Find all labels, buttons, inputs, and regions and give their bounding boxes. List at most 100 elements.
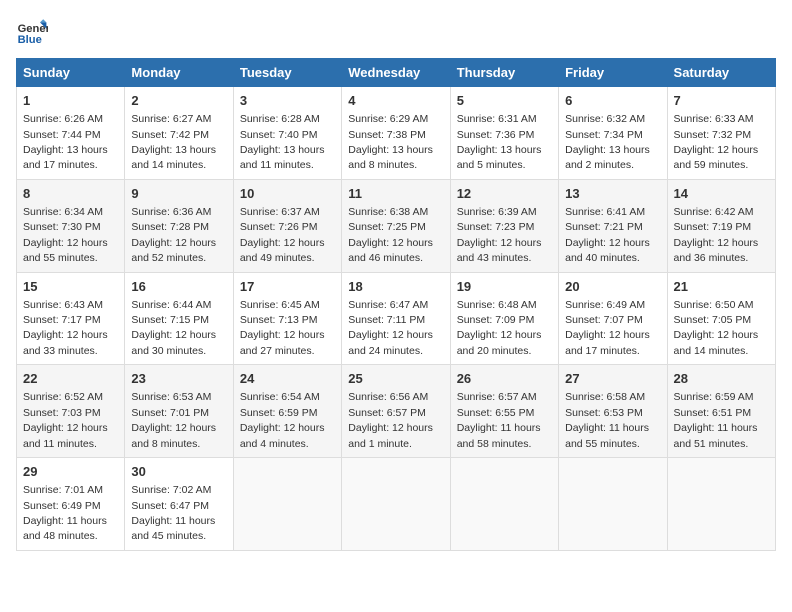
calendar-cell: 15 Sunrise: 6:43 AMSunset: 7:17 PMDaylig… xyxy=(17,272,125,365)
day-number: 6 xyxy=(565,92,660,110)
calendar-cell: 2 Sunrise: 6:27 AMSunset: 7:42 PMDayligh… xyxy=(125,87,233,180)
day-info: Sunrise: 6:32 AMSunset: 7:34 PMDaylight:… xyxy=(565,113,650,171)
calendar-table: SundayMondayTuesdayWednesdayThursdayFrid… xyxy=(16,58,776,551)
calendar-cell xyxy=(667,458,775,551)
calendar-cell: 9 Sunrise: 6:36 AMSunset: 7:28 PMDayligh… xyxy=(125,179,233,272)
week-row-3: 15 Sunrise: 6:43 AMSunset: 7:17 PMDaylig… xyxy=(17,272,776,365)
day-number: 22 xyxy=(23,370,118,388)
day-info: Sunrise: 6:29 AMSunset: 7:38 PMDaylight:… xyxy=(348,113,433,171)
day-info: Sunrise: 6:56 AMSunset: 6:57 PMDaylight:… xyxy=(348,391,433,449)
day-info: Sunrise: 6:38 AMSunset: 7:25 PMDaylight:… xyxy=(348,206,433,264)
logo-icon: General Blue xyxy=(16,16,48,48)
week-row-1: 1 Sunrise: 6:26 AMSunset: 7:44 PMDayligh… xyxy=(17,87,776,180)
day-number: 8 xyxy=(23,185,118,203)
column-header-wednesday: Wednesday xyxy=(342,59,450,87)
calendar-cell: 24 Sunrise: 6:54 AMSunset: 6:59 PMDaylig… xyxy=(233,365,341,458)
day-info: Sunrise: 6:59 AMSunset: 6:51 PMDaylight:… xyxy=(674,391,758,449)
day-number: 4 xyxy=(348,92,443,110)
day-number: 21 xyxy=(674,278,769,296)
day-number: 11 xyxy=(348,185,443,203)
calendar-cell xyxy=(233,458,341,551)
column-header-sunday: Sunday xyxy=(17,59,125,87)
day-number: 17 xyxy=(240,278,335,296)
calendar-cell: 3 Sunrise: 6:28 AMSunset: 7:40 PMDayligh… xyxy=(233,87,341,180)
day-info: Sunrise: 6:43 AMSunset: 7:17 PMDaylight:… xyxy=(23,299,108,357)
day-number: 16 xyxy=(131,278,226,296)
svg-text:Blue: Blue xyxy=(18,34,42,46)
day-number: 19 xyxy=(457,278,552,296)
column-header-friday: Friday xyxy=(559,59,667,87)
day-info: Sunrise: 6:57 AMSunset: 6:55 PMDaylight:… xyxy=(457,391,541,449)
day-info: Sunrise: 6:54 AMSunset: 6:59 PMDaylight:… xyxy=(240,391,325,449)
day-number: 1 xyxy=(23,92,118,110)
calendar-cell: 5 Sunrise: 6:31 AMSunset: 7:36 PMDayligh… xyxy=(450,87,558,180)
day-number: 29 xyxy=(23,463,118,481)
day-info: Sunrise: 6:53 AMSunset: 7:01 PMDaylight:… xyxy=(131,391,216,449)
day-number: 27 xyxy=(565,370,660,388)
day-number: 13 xyxy=(565,185,660,203)
calendar-cell xyxy=(450,458,558,551)
calendar-cell: 28 Sunrise: 6:59 AMSunset: 6:51 PMDaylig… xyxy=(667,365,775,458)
day-info: Sunrise: 6:36 AMSunset: 7:28 PMDaylight:… xyxy=(131,206,216,264)
day-number: 28 xyxy=(674,370,769,388)
day-info: Sunrise: 6:42 AMSunset: 7:19 PMDaylight:… xyxy=(674,206,759,264)
week-row-2: 8 Sunrise: 6:34 AMSunset: 7:30 PMDayligh… xyxy=(17,179,776,272)
calendar-cell: 26 Sunrise: 6:57 AMSunset: 6:55 PMDaylig… xyxy=(450,365,558,458)
logo: General Blue xyxy=(16,16,48,48)
day-info: Sunrise: 6:58 AMSunset: 6:53 PMDaylight:… xyxy=(565,391,649,449)
column-header-tuesday: Tuesday xyxy=(233,59,341,87)
calendar-cell: 13 Sunrise: 6:41 AMSunset: 7:21 PMDaylig… xyxy=(559,179,667,272)
page-header: General Blue xyxy=(16,16,776,48)
day-info: Sunrise: 6:39 AMSunset: 7:23 PMDaylight:… xyxy=(457,206,542,264)
week-row-5: 29 Sunrise: 7:01 AMSunset: 6:49 PMDaylig… xyxy=(17,458,776,551)
day-info: Sunrise: 6:37 AMSunset: 7:26 PMDaylight:… xyxy=(240,206,325,264)
day-number: 14 xyxy=(674,185,769,203)
calendar-cell: 4 Sunrise: 6:29 AMSunset: 7:38 PMDayligh… xyxy=(342,87,450,180)
calendar-cell: 8 Sunrise: 6:34 AMSunset: 7:30 PMDayligh… xyxy=(17,179,125,272)
calendar-cell: 29 Sunrise: 7:01 AMSunset: 6:49 PMDaylig… xyxy=(17,458,125,551)
day-number: 26 xyxy=(457,370,552,388)
calendar-cell: 25 Sunrise: 6:56 AMSunset: 6:57 PMDaylig… xyxy=(342,365,450,458)
day-number: 7 xyxy=(674,92,769,110)
day-info: Sunrise: 6:27 AMSunset: 7:42 PMDaylight:… xyxy=(131,113,216,171)
calendar-cell: 27 Sunrise: 6:58 AMSunset: 6:53 PMDaylig… xyxy=(559,365,667,458)
calendar-cell: 30 Sunrise: 7:02 AMSunset: 6:47 PMDaylig… xyxy=(125,458,233,551)
column-header-saturday: Saturday xyxy=(667,59,775,87)
header-row: SundayMondayTuesdayWednesdayThursdayFrid… xyxy=(17,59,776,87)
calendar-cell: 17 Sunrise: 6:45 AMSunset: 7:13 PMDaylig… xyxy=(233,272,341,365)
calendar-cell: 23 Sunrise: 6:53 AMSunset: 7:01 PMDaylig… xyxy=(125,365,233,458)
calendar-cell: 6 Sunrise: 6:32 AMSunset: 7:34 PMDayligh… xyxy=(559,87,667,180)
calendar-cell: 1 Sunrise: 6:26 AMSunset: 7:44 PMDayligh… xyxy=(17,87,125,180)
day-info: Sunrise: 6:45 AMSunset: 7:13 PMDaylight:… xyxy=(240,299,325,357)
day-number: 2 xyxy=(131,92,226,110)
day-number: 23 xyxy=(131,370,226,388)
day-info: Sunrise: 6:41 AMSunset: 7:21 PMDaylight:… xyxy=(565,206,650,264)
day-info: Sunrise: 7:01 AMSunset: 6:49 PMDaylight:… xyxy=(23,484,107,542)
calendar-cell xyxy=(342,458,450,551)
calendar-cell: 22 Sunrise: 6:52 AMSunset: 7:03 PMDaylig… xyxy=(17,365,125,458)
day-number: 12 xyxy=(457,185,552,203)
calendar-cell: 12 Sunrise: 6:39 AMSunset: 7:23 PMDaylig… xyxy=(450,179,558,272)
day-info: Sunrise: 6:48 AMSunset: 7:09 PMDaylight:… xyxy=(457,299,542,357)
day-info: Sunrise: 6:44 AMSunset: 7:15 PMDaylight:… xyxy=(131,299,216,357)
day-info: Sunrise: 6:49 AMSunset: 7:07 PMDaylight:… xyxy=(565,299,650,357)
calendar-cell: 7 Sunrise: 6:33 AMSunset: 7:32 PMDayligh… xyxy=(667,87,775,180)
calendar-cell: 16 Sunrise: 6:44 AMSunset: 7:15 PMDaylig… xyxy=(125,272,233,365)
day-number: 10 xyxy=(240,185,335,203)
day-info: Sunrise: 6:47 AMSunset: 7:11 PMDaylight:… xyxy=(348,299,433,357)
calendar-cell: 21 Sunrise: 6:50 AMSunset: 7:05 PMDaylig… xyxy=(667,272,775,365)
day-info: Sunrise: 7:02 AMSunset: 6:47 PMDaylight:… xyxy=(131,484,215,542)
day-info: Sunrise: 6:31 AMSunset: 7:36 PMDaylight:… xyxy=(457,113,542,171)
day-info: Sunrise: 6:33 AMSunset: 7:32 PMDaylight:… xyxy=(674,113,759,171)
day-info: Sunrise: 6:50 AMSunset: 7:05 PMDaylight:… xyxy=(674,299,759,357)
calendar-cell: 20 Sunrise: 6:49 AMSunset: 7:07 PMDaylig… xyxy=(559,272,667,365)
day-info: Sunrise: 6:28 AMSunset: 7:40 PMDaylight:… xyxy=(240,113,325,171)
day-info: Sunrise: 6:52 AMSunset: 7:03 PMDaylight:… xyxy=(23,391,108,449)
column-header-thursday: Thursday xyxy=(450,59,558,87)
day-number: 5 xyxy=(457,92,552,110)
day-number: 18 xyxy=(348,278,443,296)
calendar-cell: 19 Sunrise: 6:48 AMSunset: 7:09 PMDaylig… xyxy=(450,272,558,365)
day-number: 3 xyxy=(240,92,335,110)
calendar-cell: 10 Sunrise: 6:37 AMSunset: 7:26 PMDaylig… xyxy=(233,179,341,272)
calendar-cell: 18 Sunrise: 6:47 AMSunset: 7:11 PMDaylig… xyxy=(342,272,450,365)
